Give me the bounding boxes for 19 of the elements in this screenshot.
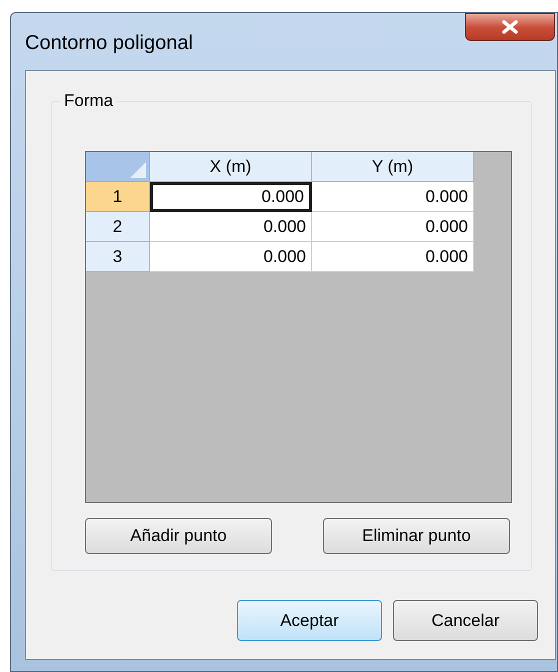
row-header[interactable]: 2 — [86, 212, 150, 242]
table-cell[interactable]: 0.000 — [312, 182, 474, 212]
close-icon — [501, 20, 519, 34]
column-header[interactable]: Y (m) — [312, 152, 474, 182]
dialog-button[interactable]: Aceptar — [237, 600, 382, 641]
table-cell[interactable]: 0.000 — [150, 212, 312, 242]
close-button[interactable] — [465, 13, 555, 41]
row-header[interactable]: 3 — [86, 242, 150, 272]
row-header[interactable]: 1 — [86, 182, 150, 212]
table-cell[interactable]: 0.000 — [150, 242, 312, 272]
corner-triangle-icon — [130, 162, 146, 178]
table-cell[interactable]: 0.000 — [312, 242, 474, 272]
action-button[interactable]: Añadir punto — [85, 518, 272, 554]
dialog-button[interactable]: Cancelar — [393, 600, 538, 641]
table-cell[interactable]: 0.000 — [312, 212, 474, 242]
action-button[interactable]: Eliminar punto — [323, 518, 510, 554]
table-cell[interactable]: 0.000 — [150, 182, 312, 212]
window-title: Contorno poligonal — [25, 31, 193, 56]
column-header[interactable]: X (m) — [150, 152, 312, 182]
